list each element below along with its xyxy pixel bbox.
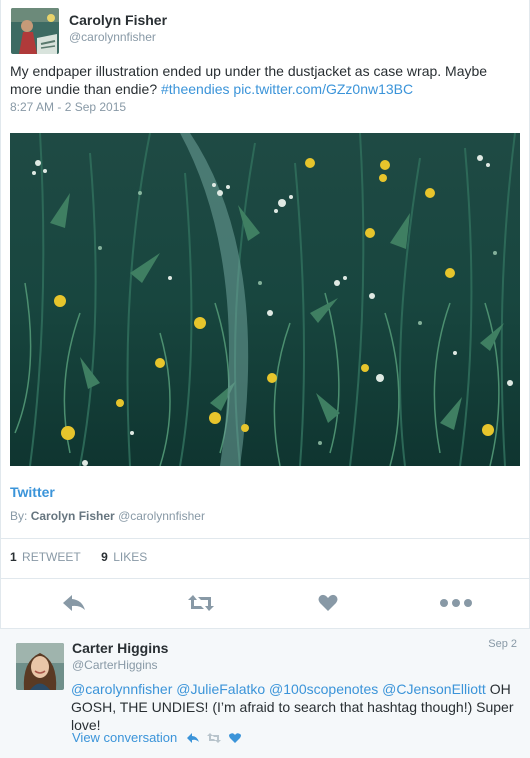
author-handle[interactable]: @carolynnfisher (69, 30, 156, 44)
card-source-name[interactable]: Twitter (10, 484, 55, 500)
reply-button[interactable] (59, 590, 89, 616)
retweet-label[interactable]: RETWEET (22, 550, 80, 564)
reply-avatar[interactable] (16, 643, 64, 690)
card-byline: By: Carolyn Fisher @carolynnfisher (10, 509, 205, 523)
more-icon (440, 599, 472, 607)
author-name[interactable]: Carolyn Fisher (69, 12, 167, 28)
tweet-image[interactable] (10, 133, 520, 466)
tweet-timestamp[interactable]: 8:27 AM - 2 Sep 2015 (10, 100, 126, 114)
more-button[interactable] (439, 590, 473, 616)
retweet-button[interactable] (186, 590, 216, 616)
retweet-icon (188, 595, 214, 611)
tweet-stats: 1 RETWEET 9 LIKES (10, 550, 147, 564)
likes-label[interactable]: LIKES (113, 550, 147, 564)
tweet-text: My endpaper illustration ended up under … (10, 62, 515, 98)
reply-mini-like-button[interactable] (229, 732, 242, 743)
reply-author-name[interactable]: Carter Higgins (72, 640, 168, 656)
reply-mentions[interactable]: @carolynnfisher @JulieFalatko @100scopen… (71, 681, 486, 697)
reply-icon (187, 732, 200, 743)
pic-link[interactable]: pic.twitter.com/GZz0nw13BC (233, 81, 413, 97)
retweet-count: 1 (10, 550, 17, 564)
hashtag-link[interactable]: #theendies (161, 81, 230, 97)
like-button[interactable] (313, 590, 343, 616)
reply-footer: View conversation (72, 730, 242, 745)
heart-icon (229, 732, 242, 743)
reply-text: @carolynnfisher @JulieFalatko @100scopen… (71, 680, 521, 734)
actions-divider (1, 578, 529, 579)
retweet-icon (207, 732, 222, 743)
reply-author-handle[interactable]: @CarterHiggins (72, 658, 158, 672)
stats-divider (1, 538, 529, 539)
reply-mini-reply-button[interactable] (187, 732, 200, 743)
reply-date[interactable]: Sep 2 (488, 638, 517, 650)
tweet-card: Carolyn Fisher @carolynnfisher My endpap… (0, 0, 530, 629)
heart-icon (318, 594, 338, 611)
by-author-name[interactable]: Carolyn Fisher (31, 509, 115, 523)
author-avatar[interactable] (11, 8, 59, 54)
likes-count: 9 (101, 550, 108, 564)
reply-icon (63, 595, 85, 611)
reply-mini-retweet-button[interactable] (207, 732, 222, 743)
view-conversation-link[interactable]: View conversation (72, 730, 177, 745)
by-label: By: (10, 509, 28, 523)
by-author-handle[interactable]: @carolynnfisher (118, 509, 205, 523)
